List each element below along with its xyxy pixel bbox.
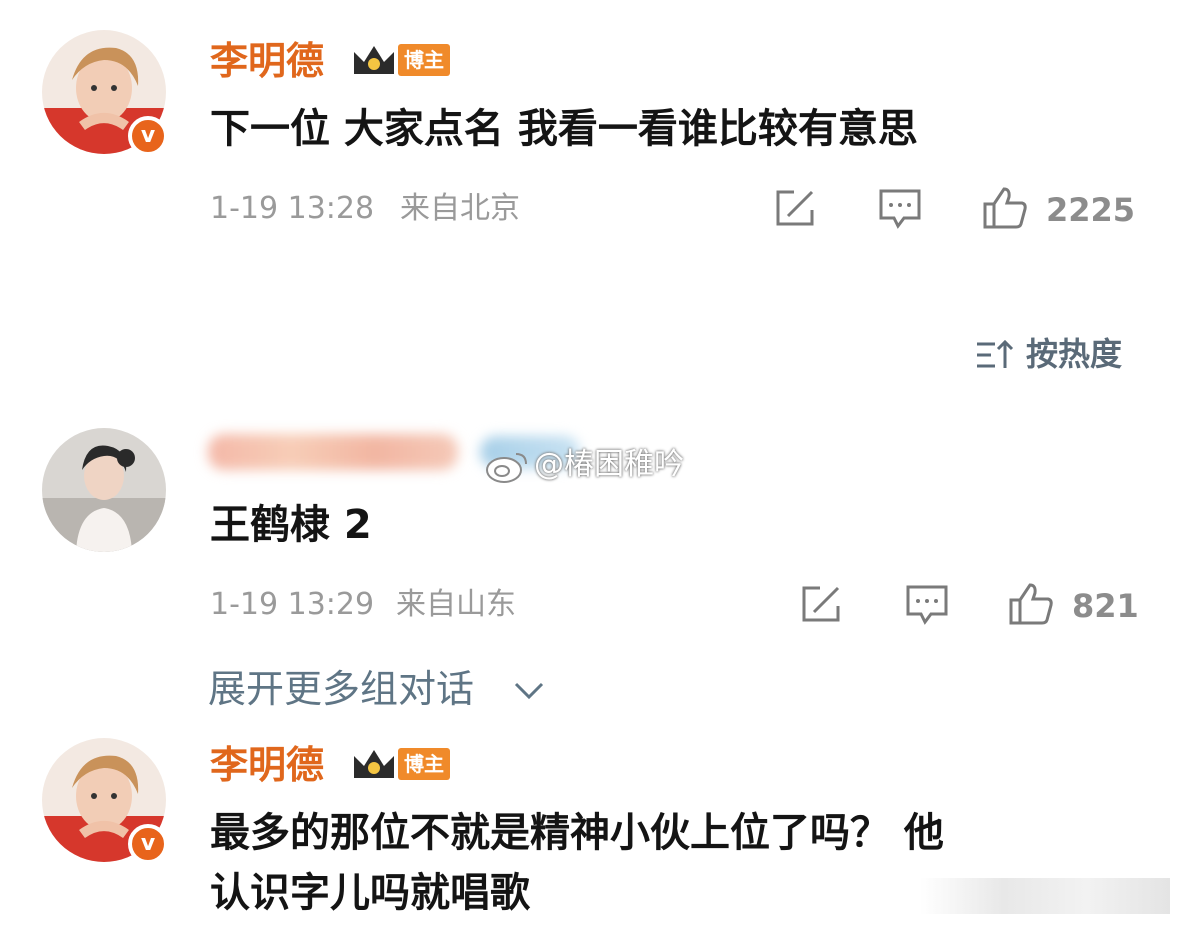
sort-icon[interactable]	[975, 338, 1015, 372]
comment-time: 1-19 13:28	[210, 191, 375, 226]
crown-icon	[354, 750, 394, 778]
chevron-down-icon[interactable]	[512, 678, 546, 702]
blurred-username	[208, 434, 458, 470]
comment-text-line2: 认识字儿吗就唱歌	[210, 870, 530, 916]
verified-icon: v	[128, 824, 168, 864]
comment-icon[interactable]	[878, 188, 922, 230]
avatar-commenter[interactable]	[42, 428, 166, 552]
blogger-badge: 博主	[398, 44, 450, 76]
crown-icon	[354, 46, 394, 74]
weibo-logo-icon	[486, 453, 527, 483]
comment-text: 下一位 大家点名 我看一看谁比较有意思	[210, 106, 918, 152]
comment-text: 王鹤棣 2	[210, 502, 372, 548]
like-icon[interactable]	[1008, 582, 1054, 626]
like-count: 2225	[1046, 191, 1136, 229]
like-count: 821	[1072, 587, 1139, 625]
blogger-badge: 博主	[398, 748, 450, 780]
comment-location: 来自北京	[400, 191, 520, 226]
watermark-text: @椿困稚吟	[534, 447, 684, 482]
comment-text-line1: 最多的那位不就是精神小伙上位了吗？ 他	[210, 810, 944, 856]
expand-label: 展开更多组对话	[208, 667, 475, 711]
expand-more-replies-link[interactable]: 展开更多组对话	[208, 670, 474, 708]
watermark-strip	[920, 878, 1170, 914]
comment-author-name[interactable]: 李明德	[210, 746, 324, 784]
comment-location: 来自山东	[396, 587, 516, 622]
sort-by-hot-button[interactable]: 按热度	[1026, 338, 1122, 370]
share-icon[interactable]	[800, 584, 844, 624]
share-icon[interactable]	[774, 188, 818, 228]
comment-author-name[interactable]: 李明德	[210, 42, 324, 80]
like-icon[interactable]	[982, 186, 1028, 230]
verified-icon: v	[128, 116, 168, 156]
comment-time: 1-19 13:29	[210, 587, 375, 622]
comment-icon[interactable]	[905, 584, 949, 626]
